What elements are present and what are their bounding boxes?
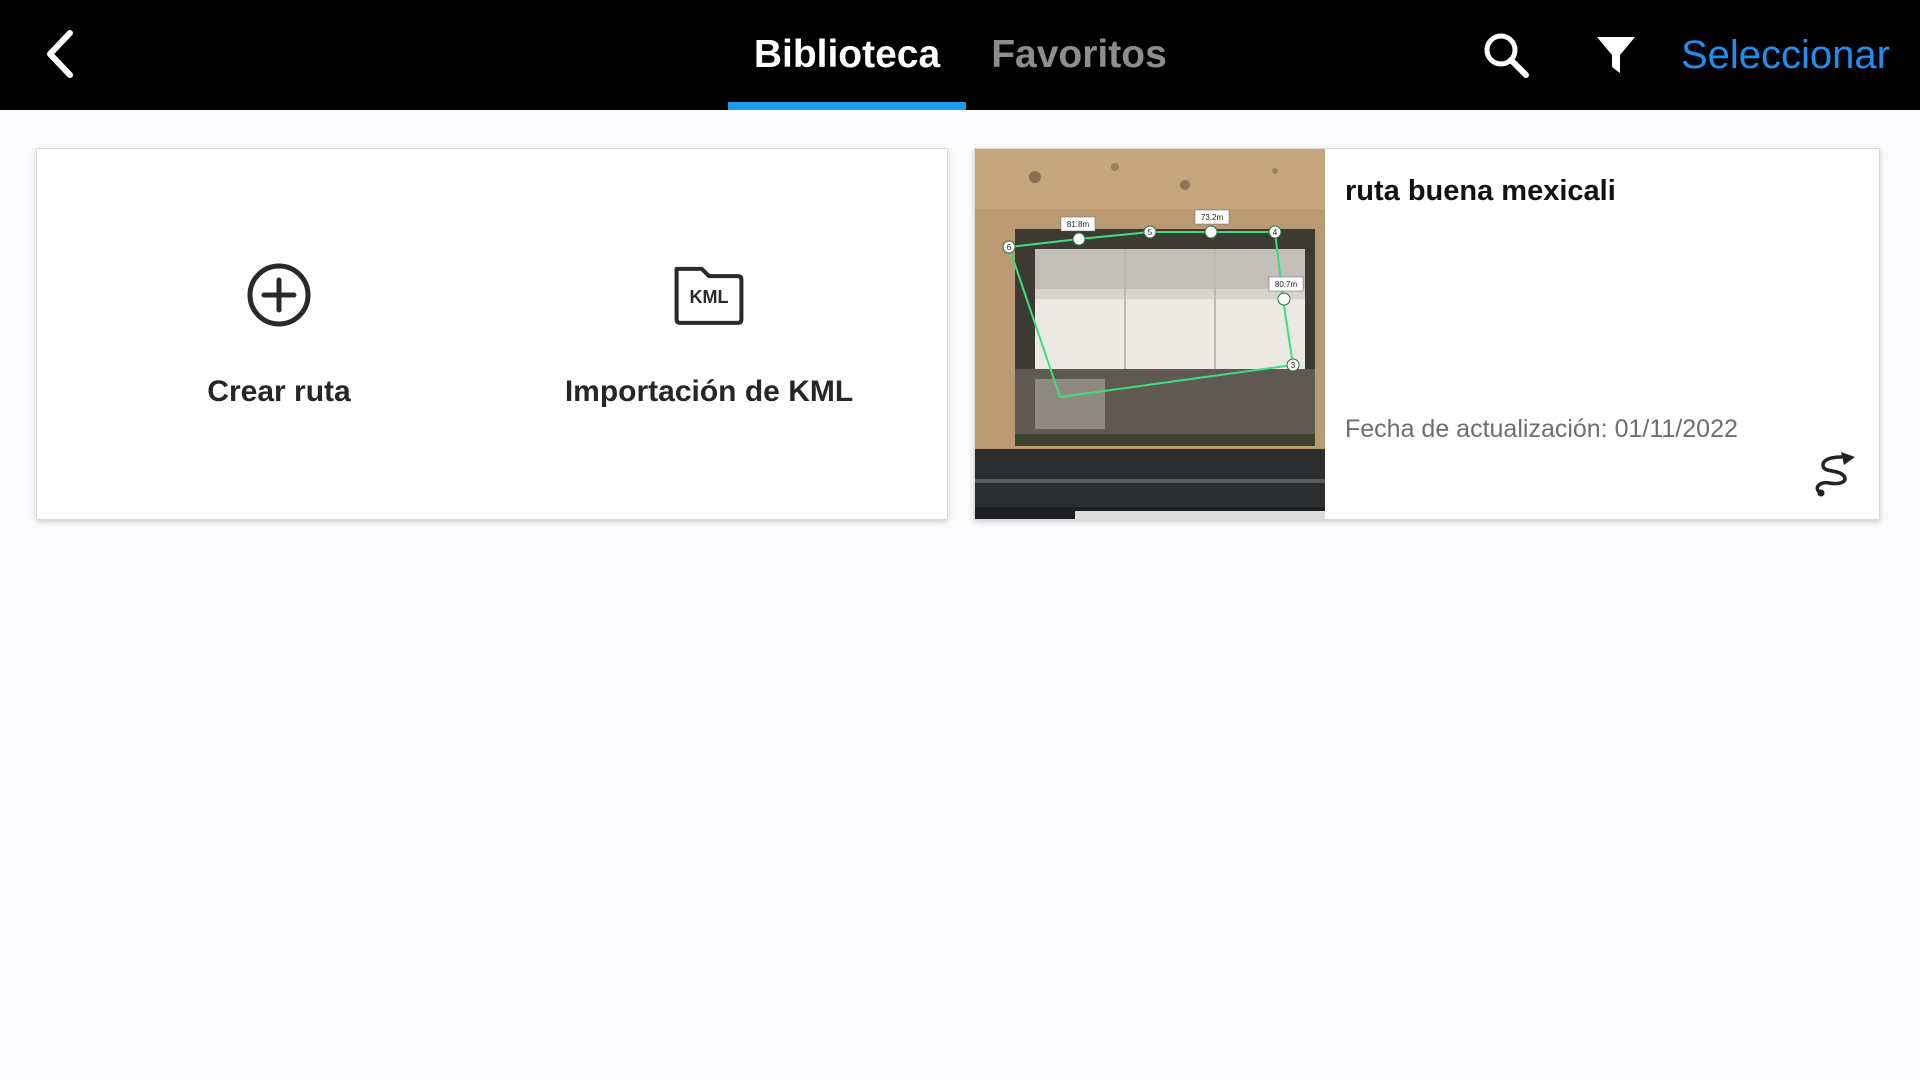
svg-text:3: 3 [1291, 361, 1296, 370]
filter-icon [1597, 37, 1635, 73]
import-kml-label: Importación de KML [564, 375, 854, 408]
tab-label: Favoritos [991, 33, 1167, 76]
plus-circle-icon [243, 259, 315, 331]
chevron-left-icon [47, 30, 73, 78]
svg-text:5: 5 [1148, 228, 1153, 237]
back-button[interactable] [28, 22, 92, 86]
active-tab-indicator [728, 102, 966, 110]
actions-card: Crear ruta KML Importación de KML [36, 148, 948, 520]
create-route-label: Crear ruta [207, 375, 351, 408]
tab-favoritos[interactable]: Favoritos [970, 0, 1188, 110]
tab-label: Biblioteca [753, 33, 941, 76]
svg-text:73.2m: 73.2m [1201, 213, 1224, 222]
svg-text:81.8m: 81.8m [1067, 220, 1090, 229]
select-button[interactable]: Seleccionar [1680, 0, 1910, 110]
route-title: ruta buena mexicali [1345, 175, 1616, 207]
svg-text:4: 4 [1273, 228, 1278, 237]
create-route-button[interactable]: Crear ruta [97, 209, 461, 449]
search-button[interactable] [1474, 23, 1538, 87]
import-kml-button[interactable]: KML Importación de KML [527, 209, 891, 449]
tab-biblioteca[interactable]: Biblioteca [728, 0, 966, 110]
kml-file-icon: KML [673, 259, 745, 331]
route-path-icon [1815, 452, 1855, 497]
filter-button[interactable] [1584, 23, 1648, 87]
svg-text:6: 6 [1007, 243, 1012, 252]
search-icon [1484, 33, 1529, 78]
route-updated-date: Fecha de actualización: 01/11/2022 [1345, 415, 1738, 443]
svg-text:KML: KML [690, 287, 729, 307]
top-bar: Biblioteca Favoritos Seleccionar [0, 0, 1920, 110]
svg-text:80.7m: 80.7m [1275, 280, 1298, 289]
satellite-map-thumbnail: 6 5 4 3 81.8m 73.2m 80.7m [975, 149, 1325, 519]
route-card[interactable]: 6 5 4 3 81.8m 73.2m 80.7m ruta buena mex… [974, 148, 1880, 520]
